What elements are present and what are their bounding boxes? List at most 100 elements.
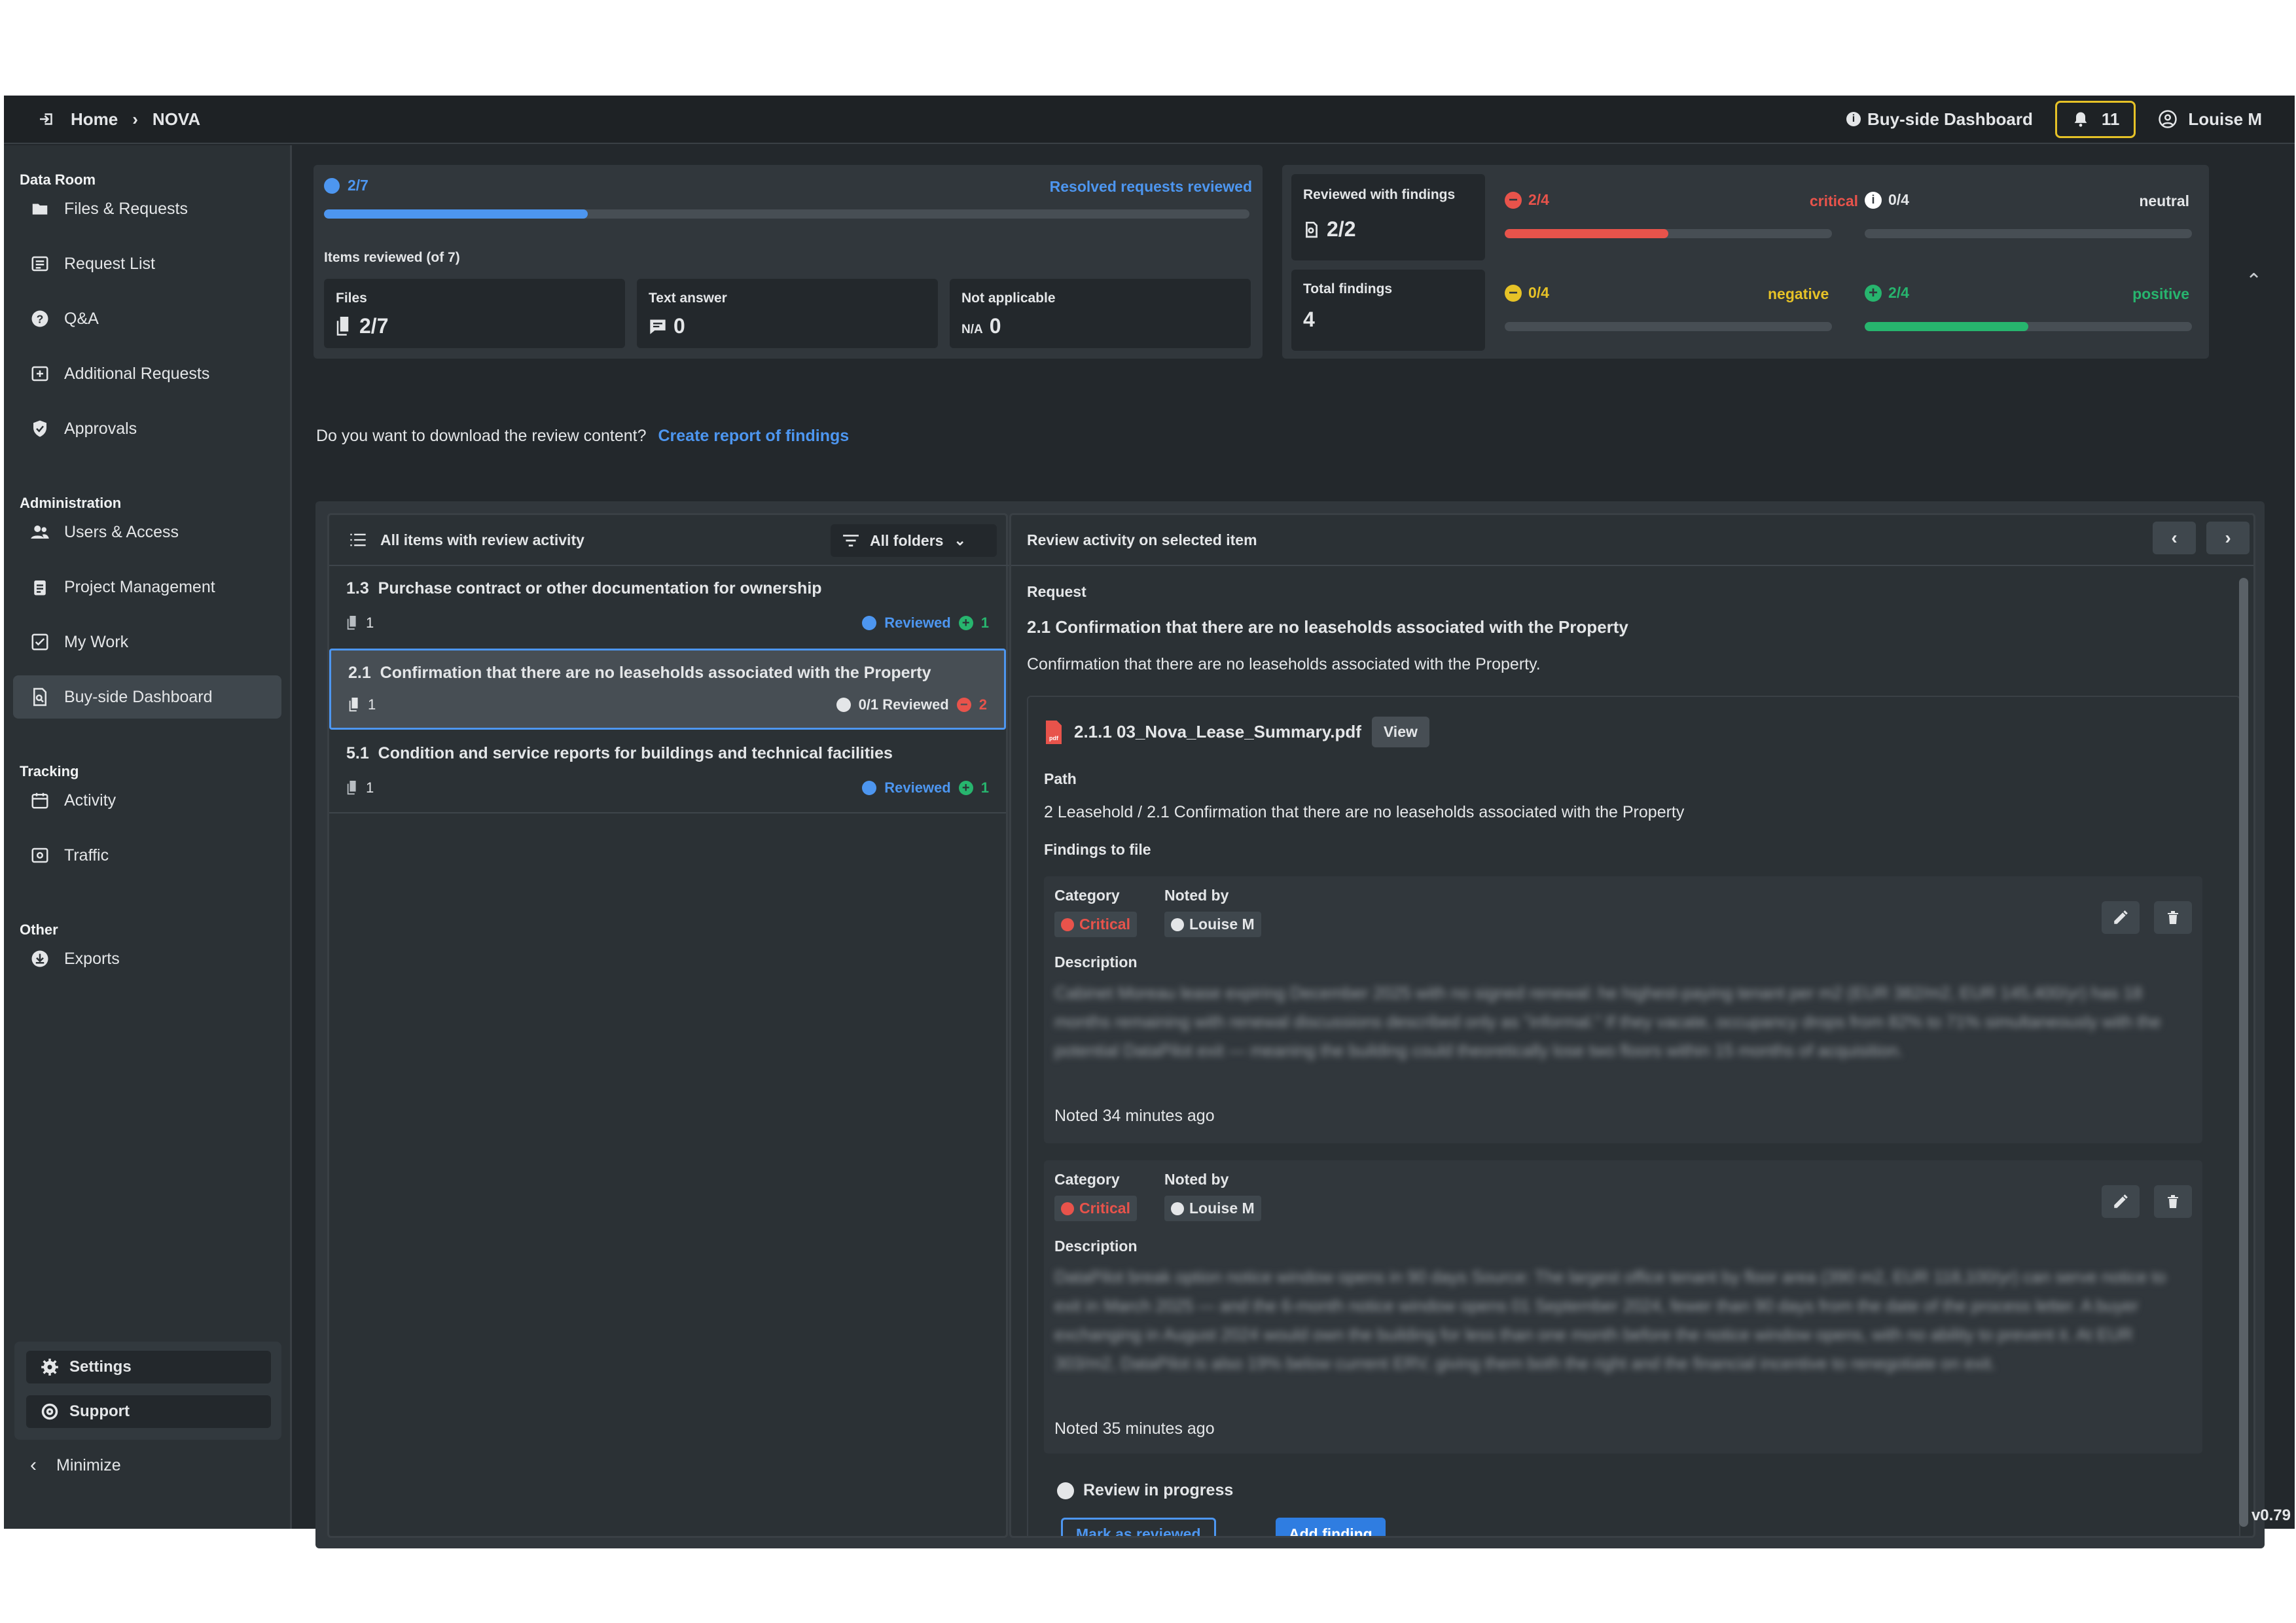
delete-finding-button[interactable] [2154, 1185, 2192, 1218]
positive-bar [1865, 322, 2192, 331]
file-name[interactable]: 2.1.1 03_Nova_Lease_Summary.pdf [1074, 722, 1361, 742]
edit-finding-button[interactable] [2102, 901, 2140, 934]
noted-time: Noted 34 minutes ago [1054, 1107, 1215, 1125]
list-icon [350, 533, 366, 546]
section-other: Other [20, 921, 58, 938]
sidebar-item-request-list[interactable]: Request List [13, 242, 281, 285]
review-progress-card: 2/7 Resolved requests reviewed Items rev… [314, 165, 1263, 359]
critical-bar-fill [1505, 229, 1668, 238]
positive-label: positive [2132, 285, 2189, 302]
collapse-chevron-icon[interactable]: ⌃ [2246, 270, 2262, 293]
sidebar-item-label: My Work [64, 632, 129, 651]
folder-filter-select[interactable]: All folders ⌄ [831, 524, 997, 557]
document-search-icon [33, 688, 46, 706]
trash-icon [2168, 1195, 2178, 1208]
next-item-button[interactable]: › [2206, 522, 2250, 554]
notifications-button[interactable]: 11 [2054, 100, 2136, 138]
sidebar-item-additional-requests[interactable]: Additional Requests [13, 352, 281, 395]
sidebar-item-label: Additional Requests [64, 364, 210, 383]
minus-circle-icon: − [956, 698, 971, 712]
minimize-button[interactable]: ‹ Minimize [30, 1454, 121, 1476]
file-icon [347, 616, 356, 630]
progress-bar-fill [324, 209, 588, 219]
item-status: 0/1 Reviewed − 2 [836, 696, 987, 713]
traffic-icon [31, 847, 48, 863]
not-applicable-stat: Not applicable N/A 0 [950, 279, 1251, 348]
text-answer-stat: Text answer 0 [637, 279, 938, 348]
item-finding-count: 1 [980, 779, 989, 796]
sidebar-item-exports[interactable]: Exports [13, 937, 281, 980]
section-tracking: Tracking [20, 763, 79, 779]
list-item-selected[interactable]: 2.1 Confirmation that there are no lease… [329, 649, 1006, 730]
noted-time: Noted 35 minutes ago [1054, 1419, 1215, 1438]
sidebar-item-users-access[interactable]: Users & Access [13, 510, 281, 554]
breadcrumb-home[interactable]: Home [71, 109, 118, 130]
calendar-icon [31, 793, 48, 809]
previous-item-button[interactable]: ‹ [2153, 522, 2196, 554]
description-label: Description [1054, 954, 1138, 971]
total-findings-value: 4 [1303, 308, 1315, 331]
add-finding-button[interactable]: Add finding [1276, 1518, 1386, 1536]
sidebar-item-activity[interactable]: Activity [13, 779, 281, 822]
files-stat-value: 2/7 [359, 314, 389, 338]
item-status-label: Reviewed [884, 615, 951, 631]
sidebar-item-buyside-dashboard[interactable]: Buy-side Dashboard [13, 675, 281, 719]
lifebuoy-icon [41, 1403, 58, 1420]
item-number: 2.1 [348, 664, 371, 682]
critical-count-value: 2/4 [1528, 191, 1549, 208]
check-circle-icon [836, 698, 851, 712]
user-name: Louise M [2188, 109, 2262, 129]
item-title: Condition and service reports for buildi… [378, 744, 893, 762]
detail-panel: Review activity on selected item ‹ › Req… [1009, 513, 2255, 1538]
view-file-button[interactable]: View [1371, 717, 1429, 747]
dashboard-link[interactable]: i Buy-side Dashboard [1846, 109, 2033, 130]
main-content: 2/7 Resolved requests reviewed Items rev… [294, 145, 2295, 1548]
home-enter-icon[interactable] [37, 109, 56, 129]
progress-label: 2/7 [348, 177, 368, 194]
breadcrumb: Home › NOVA [37, 109, 200, 130]
sidebar-item-traffic[interactable]: Traffic [13, 834, 281, 877]
noted-by-label: Noted by [1164, 1171, 1229, 1188]
breadcrumb-project[interactable]: NOVA [152, 109, 200, 130]
plus-circle-icon: + [958, 616, 973, 630]
progress-indicator: 2/7 [324, 177, 368, 194]
settings-button[interactable]: Settings [26, 1351, 271, 1383]
list-item[interactable]: 5.1 Condition and service reports for bu… [329, 731, 1006, 813]
request-text: Confirmation that there are no leasehold… [1027, 655, 1541, 673]
scrollbar-thumb[interactable] [2239, 578, 2248, 1527]
chevron-left-icon: ‹ [30, 1454, 37, 1476]
reviewed-with-findings-value: 2/2 [1327, 217, 1356, 241]
item-files: 1 [346, 615, 374, 632]
sidebar-item-files-requests[interactable]: Files & Requests [13, 187, 281, 230]
minus-circle-icon: − [1505, 284, 1522, 302]
create-report-link[interactable]: Create report of findings [658, 427, 849, 446]
reviewed-with-findings-label: Reviewed with findings [1303, 187, 1456, 202]
plus-circle-icon: + [958, 781, 973, 795]
scrollbar-track[interactable] [2239, 578, 2248, 1527]
detail-header: Review activity on selected item ‹ › [1011, 515, 2253, 566]
critical-bar [1505, 229, 1832, 238]
finding-card: Category Noted by Critical Louise M Desc… [1044, 876, 2202, 1143]
sidebar-item-qa[interactable]: ? Q&A [13, 297, 281, 340]
mark-as-reviewed-button[interactable]: Mark as reviewed [1061, 1518, 1216, 1536]
check-circle-icon [324, 177, 340, 194]
sidebar-item-label: Q&A [64, 309, 99, 328]
question-icon: ? [31, 310, 48, 327]
request-title: 2.1 Confirmation that there are no lease… [1027, 617, 1628, 637]
support-button[interactable]: Support [26, 1395, 271, 1428]
comment-icon [650, 319, 666, 334]
progress-bar [324, 209, 1249, 219]
download-circle-icon [31, 950, 48, 967]
dashboard-link-label: Buy-side Dashboard [1867, 109, 2033, 129]
sidebar-item-my-work[interactable]: My Work [13, 620, 281, 664]
resolved-requests-link[interactable]: Resolved requests reviewed [1050, 178, 1252, 196]
list-item[interactable]: 1.3 Purchase contract or other documenta… [329, 566, 1006, 649]
review-status: Review in progress [1057, 1481, 1233, 1500]
sidebar-item-project-management[interactable]: Project Management [13, 565, 281, 609]
user-menu[interactable]: Louise M [2158, 109, 2262, 130]
edit-finding-button[interactable] [2102, 1185, 2140, 1218]
delete-finding-button[interactable] [2154, 901, 2192, 934]
item-status-label: 0/1 Reviewed [858, 696, 949, 713]
sidebar-item-approvals[interactable]: Approvals [13, 407, 281, 450]
check-circle-icon [1057, 1482, 1074, 1499]
